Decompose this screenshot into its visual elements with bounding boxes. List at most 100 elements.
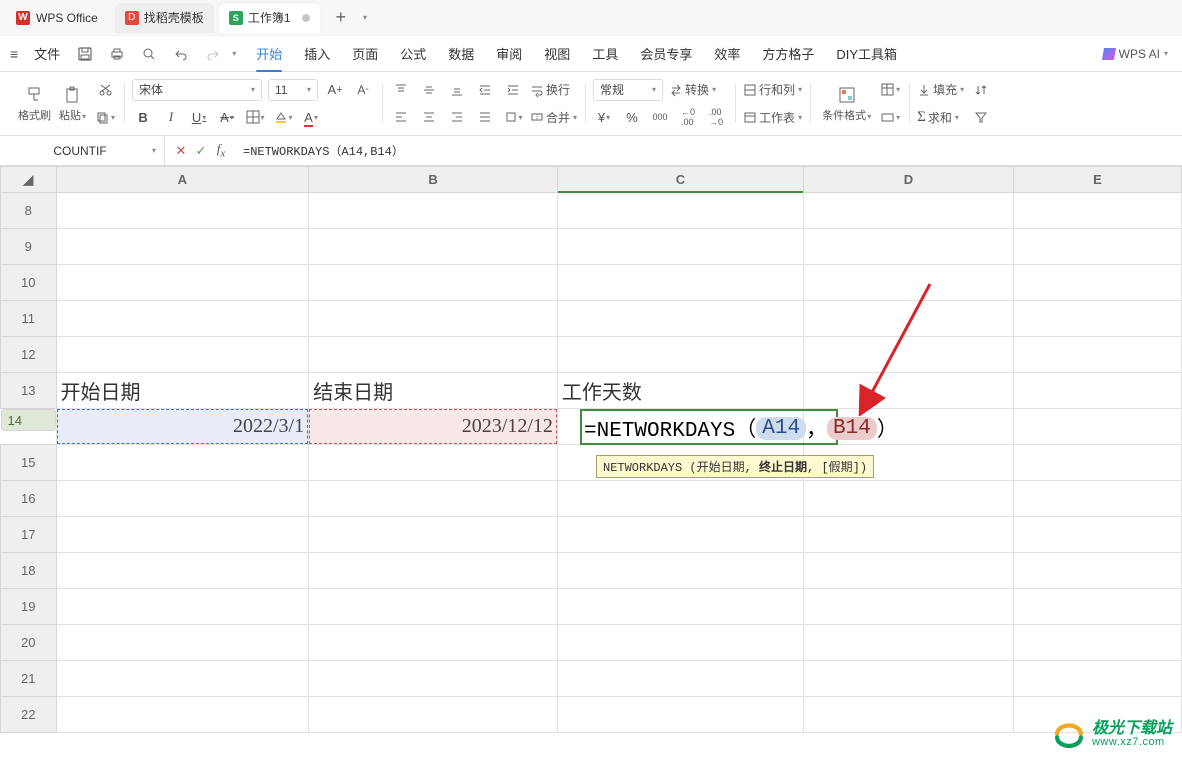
cell-D11[interactable]: [804, 301, 1014, 337]
preview-button[interactable]: [136, 41, 162, 67]
cell-A9[interactable]: [56, 229, 309, 265]
row-header-11[interactable]: 11: [1, 301, 57, 337]
cell-E14[interactable]: [1013, 409, 1181, 445]
cell-E10[interactable]: [1013, 265, 1181, 301]
strike-button[interactable]: A▾: [216, 106, 238, 128]
app-tab[interactable]: W WPS Office: [8, 3, 110, 33]
cell-B13[interactable]: 结束日期: [309, 373, 558, 409]
sort-button[interactable]: [970, 79, 992, 101]
cell-E15[interactable]: [1013, 445, 1181, 481]
cell-E12[interactable]: [1013, 337, 1181, 373]
cell-E20[interactable]: [1013, 625, 1181, 661]
cell-B12[interactable]: [309, 337, 558, 373]
cell-B8[interactable]: [309, 193, 558, 229]
hamburger-icon[interactable]: ≡: [6, 46, 22, 62]
dec-decrease-button[interactable]: .00→0: [705, 106, 727, 128]
cell-A16[interactable]: [56, 481, 309, 517]
cell-E21[interactable]: [1013, 661, 1181, 697]
menu-member[interactable]: 会员专享: [640, 44, 692, 63]
cell-E18[interactable]: [1013, 553, 1181, 589]
cell-E13[interactable]: [1013, 373, 1181, 409]
cell-C8[interactable]: [557, 193, 803, 229]
undo-button[interactable]: [168, 41, 194, 67]
wrap-text-button[interactable]: 换行: [530, 81, 570, 98]
cell-B14[interactable]: 2023/12/12: [309, 409, 558, 445]
align-middle-button[interactable]: [418, 79, 440, 101]
menu-start[interactable]: 开始: [256, 44, 282, 63]
convert-button[interactable]: 转换▾: [669, 81, 716, 98]
fill-button[interactable]: 填充▾: [917, 81, 964, 98]
indent-inc-button[interactable]: [502, 79, 524, 101]
increase-font-button[interactable]: A+: [324, 79, 346, 101]
cell-B21[interactable]: [309, 661, 558, 697]
cell-C10[interactable]: [557, 265, 803, 301]
rowcol-button[interactable]: 行和列▾: [743, 81, 802, 98]
cell-E11[interactable]: [1013, 301, 1181, 337]
font-color-button[interactable]: A▾: [300, 106, 322, 128]
cell-B22[interactable]: [309, 697, 558, 733]
cell-A20[interactable]: [56, 625, 309, 661]
cell-E9[interactable]: [1013, 229, 1181, 265]
cell-A8[interactable]: [56, 193, 309, 229]
cell-A17[interactable]: [56, 517, 309, 553]
fill-color-button[interactable]: ▾: [272, 106, 294, 128]
row-header-20[interactable]: 20: [1, 625, 57, 661]
confirm-formula-button[interactable]: ✓: [193, 143, 209, 159]
cell-C16[interactable]: [557, 481, 803, 517]
align-right-button[interactable]: [446, 106, 468, 128]
menu-formula[interactable]: 公式: [400, 44, 426, 63]
number-format-select[interactable]: 常规▾: [593, 79, 663, 101]
cell-D9[interactable]: [804, 229, 1014, 265]
qat-dropdown[interactable]: ▾: [232, 49, 236, 58]
percent-button[interactable]: %: [621, 106, 643, 128]
menu-efficiency[interactable]: 效率: [714, 44, 740, 63]
bold-button[interactable]: B: [132, 106, 154, 128]
menu-insert[interactable]: 插入: [304, 44, 330, 63]
col-header-D[interactable]: D: [804, 167, 1014, 193]
cell-A15[interactable]: [56, 445, 309, 481]
italic-button[interactable]: I: [160, 106, 182, 128]
row-header-13[interactable]: 13: [1, 373, 57, 409]
cell-D21[interactable]: [804, 661, 1014, 697]
template-tab[interactable]: D 找稻壳模板: [115, 3, 214, 33]
currency-button[interactable]: ¥▾: [593, 106, 615, 128]
cell-C18[interactable]: [557, 553, 803, 589]
row-header-9[interactable]: 9: [1, 229, 57, 265]
cell-D20[interactable]: [804, 625, 1014, 661]
tab-list-button[interactable]: ▾: [352, 5, 378, 31]
select-all-corner[interactable]: ◢: [1, 167, 57, 193]
table-format-button[interactable]: ▾: [879, 79, 901, 101]
cell-D22[interactable]: [804, 697, 1014, 733]
cell-B19[interactable]: [309, 589, 558, 625]
cell-A14[interactable]: 2022/3/1: [56, 409, 309, 445]
dec-increase-button[interactable]: ←0.00: [677, 106, 699, 128]
cell-C12[interactable]: [557, 337, 803, 373]
cell-B11[interactable]: [309, 301, 558, 337]
cell-D16[interactable]: [804, 481, 1014, 517]
comma-button[interactable]: 000: [649, 106, 671, 128]
cell-B10[interactable]: [309, 265, 558, 301]
row-header-15[interactable]: 15: [1, 445, 57, 481]
new-tab-button[interactable]: +: [330, 7, 353, 28]
cell-A12[interactable]: [56, 337, 309, 373]
spreadsheet-grid[interactable]: ◢ A B C D E 8 9 10 11 12 13 开始日期 结束日期 工作…: [0, 166, 1182, 759]
cell-B15[interactable]: [309, 445, 558, 481]
name-box-input[interactable]: [8, 144, 152, 158]
cell-B17[interactable]: [309, 517, 558, 553]
orientation-button[interactable]: ▾: [502, 106, 524, 128]
filter-button[interactable]: [970, 106, 992, 128]
col-header-B[interactable]: B: [309, 167, 558, 193]
file-menu[interactable]: 文件: [28, 44, 66, 63]
menu-view[interactable]: 视图: [544, 44, 570, 63]
align-top-button[interactable]: [390, 79, 412, 101]
name-box[interactable]: ▾: [0, 136, 165, 165]
menu-review[interactable]: 审阅: [496, 44, 522, 63]
paste-button[interactable]: 粘贴▾: [55, 76, 90, 131]
decrease-font-button[interactable]: A-: [352, 79, 374, 101]
cell-C19[interactable]: [557, 589, 803, 625]
col-header-C[interactable]: C: [557, 167, 803, 193]
cell-A19[interactable]: [56, 589, 309, 625]
row-header-10[interactable]: 10: [1, 265, 57, 301]
cell-style-button[interactable]: ▾: [879, 106, 901, 128]
cut-button[interactable]: [94, 79, 116, 101]
